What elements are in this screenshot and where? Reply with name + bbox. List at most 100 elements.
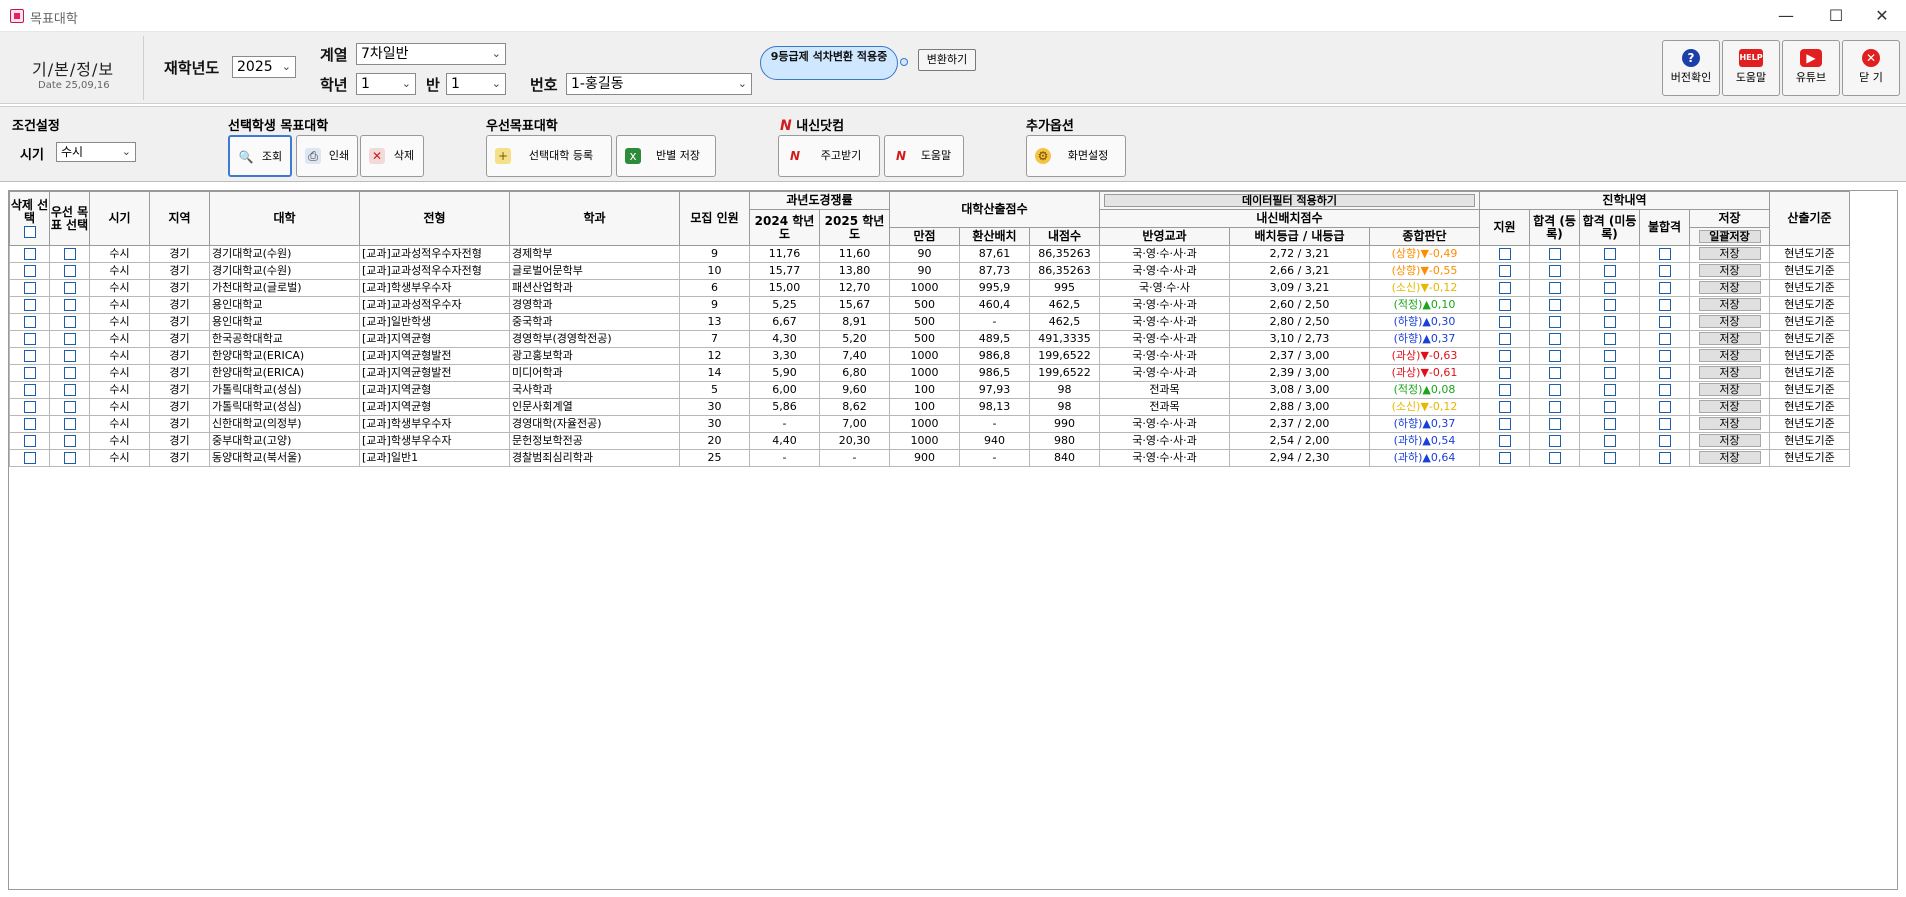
- pass-unregistered-checkbox[interactable]: [1603, 333, 1616, 345]
- data-filter-button[interactable]: 데이터필터 적용하기: [1104, 194, 1475, 207]
- pass-registered-checkbox[interactable]: [1548, 248, 1561, 260]
- priority-select-checkbox[interactable]: [63, 401, 76, 413]
- save-button[interactable]: 저장: [1698, 417, 1761, 430]
- fail-checkbox[interactable]: [1658, 435, 1671, 447]
- results-table-area[interactable]: 삭제 선택 우선 목표 선택 시기 지역 대학 전형 학과 모집 인원 과년도경…: [8, 190, 1898, 890]
- applied-checkbox[interactable]: [1498, 452, 1511, 464]
- convert-button[interactable]: 변환하기: [918, 49, 976, 71]
- delete-select-checkbox[interactable]: [23, 418, 36, 430]
- version-button[interactable]: ? 버전확인: [1662, 40, 1720, 96]
- pass-unregistered-checkbox[interactable]: [1603, 248, 1616, 260]
- fail-checkbox[interactable]: [1658, 367, 1671, 379]
- priority-select-checkbox[interactable]: [63, 367, 76, 379]
- fail-checkbox[interactable]: [1658, 418, 1671, 430]
- fail-checkbox[interactable]: [1658, 452, 1671, 464]
- save-button[interactable]: 저장: [1698, 298, 1761, 311]
- pass-unregistered-checkbox[interactable]: [1603, 316, 1616, 328]
- pass-registered-checkbox[interactable]: [1548, 299, 1561, 311]
- delete-select-checkbox[interactable]: [23, 248, 36, 260]
- applied-checkbox[interactable]: [1498, 248, 1511, 260]
- delete-select-checkbox[interactable]: [23, 333, 36, 345]
- applied-checkbox[interactable]: [1498, 333, 1511, 345]
- delete-select-checkbox[interactable]: [23, 265, 36, 277]
- applied-checkbox[interactable]: [1498, 367, 1511, 379]
- applied-checkbox[interactable]: [1498, 418, 1511, 430]
- priority-select-checkbox[interactable]: [63, 282, 76, 294]
- period-select[interactable]: 수시 ⌄: [56, 142, 136, 162]
- save-button[interactable]: 저장: [1698, 332, 1761, 345]
- delete-button[interactable]: ✕ 삭제: [360, 135, 424, 177]
- pass-registered-checkbox[interactable]: [1548, 282, 1561, 294]
- delete-select-checkbox[interactable]: [23, 316, 36, 328]
- priority-select-checkbox[interactable]: [63, 350, 76, 362]
- delete-select-checkbox[interactable]: [23, 350, 36, 362]
- help-button[interactable]: HELP 도움말: [1722, 40, 1780, 96]
- pass-unregistered-checkbox[interactable]: [1603, 435, 1616, 447]
- applied-checkbox[interactable]: [1498, 384, 1511, 396]
- priority-select-checkbox[interactable]: [63, 265, 76, 277]
- delete-select-checkbox[interactable]: [23, 384, 36, 396]
- fail-checkbox[interactable]: [1658, 384, 1671, 396]
- priority-select-checkbox[interactable]: [63, 418, 76, 430]
- delete-select-checkbox[interactable]: [23, 299, 36, 311]
- fail-checkbox[interactable]: [1658, 299, 1671, 311]
- save-button[interactable]: 저장: [1698, 247, 1761, 260]
- priority-select-checkbox[interactable]: [63, 333, 76, 345]
- priority-select-checkbox[interactable]: [63, 452, 76, 464]
- applied-checkbox[interactable]: [1498, 282, 1511, 294]
- fail-checkbox[interactable]: [1658, 265, 1671, 277]
- minimize-button[interactable]: —: [1766, 4, 1806, 28]
- pass-registered-checkbox[interactable]: [1548, 265, 1561, 277]
- priority-select-checkbox[interactable]: [63, 248, 76, 260]
- print-button[interactable]: ⎙ 인쇄: [296, 135, 358, 177]
- bulk-save-button[interactable]: 일괄저장: [1698, 230, 1761, 243]
- fail-checkbox[interactable]: [1658, 282, 1671, 294]
- save-button[interactable]: 저장: [1698, 451, 1761, 464]
- delete-select-checkbox[interactable]: [23, 367, 36, 379]
- exchange-button[interactable]: N 주고받기: [778, 135, 880, 177]
- fail-checkbox[interactable]: [1658, 333, 1671, 345]
- search-button[interactable]: 🔍 조회: [228, 135, 292, 177]
- year-select[interactable]: 2025 ⌄: [232, 56, 296, 78]
- naesin-help-button[interactable]: N 도움말: [884, 135, 964, 177]
- close-window-button[interactable]: ✕: [1862, 4, 1902, 28]
- pass-registered-checkbox[interactable]: [1548, 452, 1561, 464]
- pass-unregistered-checkbox[interactable]: [1603, 401, 1616, 413]
- priority-select-checkbox[interactable]: [63, 299, 76, 311]
- close-button[interactable]: ✕ 닫 기: [1842, 40, 1900, 96]
- delete-select-checkbox[interactable]: [23, 282, 36, 294]
- pass-unregistered-checkbox[interactable]: [1603, 299, 1616, 311]
- pass-unregistered-checkbox[interactable]: [1603, 367, 1616, 379]
- fail-checkbox[interactable]: [1658, 248, 1671, 260]
- pass-registered-checkbox[interactable]: [1548, 367, 1561, 379]
- save-button[interactable]: 저장: [1698, 349, 1761, 362]
- save-button[interactable]: 저장: [1698, 400, 1761, 413]
- screen-settings-button[interactable]: ⚙ 화면설정: [1026, 135, 1126, 177]
- pass-unregistered-checkbox[interactable]: [1603, 418, 1616, 430]
- priority-select-checkbox[interactable]: [63, 316, 76, 328]
- pass-unregistered-checkbox[interactable]: [1603, 282, 1616, 294]
- delete-select-checkbox[interactable]: [23, 435, 36, 447]
- priority-select-checkbox[interactable]: [63, 384, 76, 396]
- pass-registered-checkbox[interactable]: [1548, 401, 1561, 413]
- save-button[interactable]: 저장: [1698, 366, 1761, 379]
- applied-checkbox[interactable]: [1498, 350, 1511, 362]
- pass-unregistered-checkbox[interactable]: [1603, 350, 1616, 362]
- save-button[interactable]: 저장: [1698, 434, 1761, 447]
- delete-select-checkbox[interactable]: [23, 452, 36, 464]
- save-button[interactable]: 저장: [1698, 281, 1761, 294]
- delete-select-checkbox[interactable]: [23, 401, 36, 413]
- pass-registered-checkbox[interactable]: [1548, 384, 1561, 396]
- applied-checkbox[interactable]: [1498, 435, 1511, 447]
- track-select[interactable]: 7차일반 ⌄: [356, 43, 506, 65]
- save-button[interactable]: 저장: [1698, 383, 1761, 396]
- student-select[interactable]: 1-홍길동 ⌄: [566, 73, 752, 95]
- select-all-checkbox[interactable]: [23, 225, 36, 238]
- save-button[interactable]: 저장: [1698, 315, 1761, 328]
- applied-checkbox[interactable]: [1498, 316, 1511, 328]
- applied-checkbox[interactable]: [1498, 265, 1511, 277]
- priority-select-checkbox[interactable]: [63, 435, 76, 447]
- save-button[interactable]: 저장: [1698, 264, 1761, 277]
- pass-registered-checkbox[interactable]: [1548, 333, 1561, 345]
- applied-checkbox[interactable]: [1498, 299, 1511, 311]
